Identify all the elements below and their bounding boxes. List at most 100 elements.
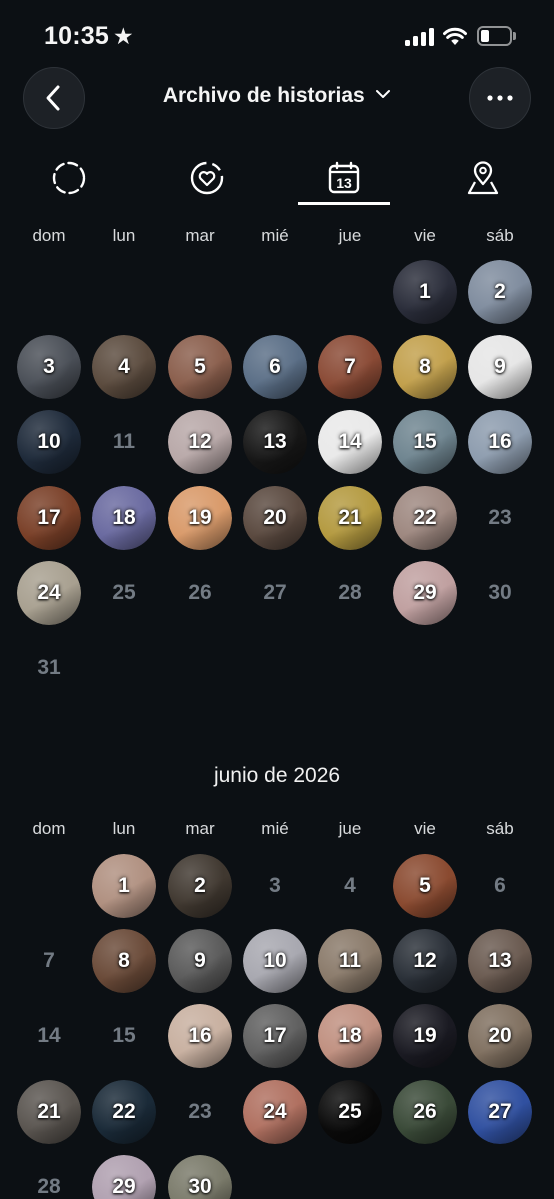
- story-day[interactable]: 27: [468, 1079, 532, 1144]
- story-day[interactable]: 25: [318, 1079, 382, 1144]
- day-number: 1: [118, 874, 130, 897]
- tab-stories[interactable]: [23, 150, 115, 206]
- calendar-icon: 13: [328, 161, 360, 194]
- story-day[interactable]: 19: [393, 1004, 457, 1069]
- story-day[interactable]: 18: [318, 1004, 382, 1069]
- weekday-label: vie: [414, 226, 436, 245]
- story-day[interactable]: 8: [393, 335, 457, 400]
- story-day[interactable]: 7: [318, 335, 382, 400]
- story-day[interactable]: 1: [393, 260, 457, 324]
- calendar-icon-day: 13: [336, 175, 352, 191]
- day-number: 21: [37, 1099, 61, 1123]
- day-number: 23: [188, 1099, 212, 1123]
- weekday-label: dom: [32, 226, 66, 245]
- day-number: 1: [419, 280, 431, 303]
- day-number: 27: [488, 1099, 512, 1123]
- heart-circle-icon: [190, 161, 224, 195]
- day-number: 25: [338, 1099, 362, 1123]
- story-day[interactable]: 21: [318, 485, 382, 550]
- day-number: 2: [194, 874, 206, 897]
- day-number: 24: [263, 1099, 287, 1123]
- dashed-circle-icon: [52, 161, 86, 195]
- day-number: 13: [263, 430, 287, 454]
- calendar-day: 14: [17, 1004, 81, 1068]
- story-day[interactable]: 15: [393, 410, 457, 475]
- day-number: 4: [118, 355, 130, 379]
- story-day[interactable]: 24: [243, 1079, 307, 1144]
- story-day[interactable]: 10: [243, 929, 307, 994]
- story-day[interactable]: 2: [468, 260, 532, 324]
- day-number: 14: [338, 430, 362, 454]
- story-day[interactable]: 6: [243, 335, 307, 400]
- calendar-day: 7: [17, 929, 81, 993]
- day-number: 31: [37, 656, 61, 679]
- story-day[interactable]: 5: [393, 854, 457, 918]
- status-time: 10:35: [44, 22, 109, 50]
- story-day[interactable]: 17: [17, 485, 81, 550]
- day-number: 28: [338, 580, 362, 604]
- day-number: 27: [263, 580, 287, 604]
- story-day[interactable]: 13: [468, 929, 532, 994]
- story-day[interactable]: 2: [168, 854, 232, 918]
- calendar-day: 4: [318, 854, 382, 918]
- day-number: 26: [188, 580, 212, 604]
- calendar-day: 28: [17, 1155, 81, 1199]
- page-title: Archivo de historias: [162, 84, 365, 107]
- story-day[interactable]: 29: [92, 1154, 156, 1199]
- weekday-label: mar: [185, 226, 215, 245]
- day-number: 4: [344, 874, 356, 897]
- story-day[interactable]: 22: [92, 1079, 156, 1144]
- story-day[interactable]: 16: [168, 1004, 232, 1069]
- story-day[interactable]: 3: [17, 335, 81, 400]
- tab-highlights[interactable]: [161, 150, 253, 206]
- more-options-button[interactable]: [469, 67, 531, 129]
- calendar-day: 23: [168, 1080, 232, 1144]
- day-number: 14: [37, 1024, 61, 1048]
- story-day[interactable]: 8: [92, 929, 156, 994]
- story-day[interactable]: 26: [393, 1079, 457, 1144]
- story-day[interactable]: 9: [168, 929, 232, 994]
- day-number: 9: [194, 949, 206, 973]
- map-pin-icon: [467, 161, 499, 195]
- story-day[interactable]: 19: [168, 485, 232, 550]
- story-day[interactable]: 1: [92, 854, 156, 918]
- story-day[interactable]: 14: [318, 410, 382, 475]
- story-day[interactable]: 18: [92, 485, 156, 550]
- story-day[interactable]: 12: [393, 929, 457, 994]
- story-day[interactable]: 16: [468, 410, 532, 475]
- tab-map[interactable]: [437, 150, 529, 206]
- day-number: 5: [194, 355, 206, 379]
- story-day[interactable]: 17: [243, 1004, 307, 1069]
- day-number: 9: [494, 355, 506, 379]
- story-day[interactable]: 9: [468, 335, 532, 400]
- story-day[interactable]: 5: [168, 335, 232, 400]
- story-day[interactable]: 20: [243, 485, 307, 550]
- weekday-label: vie: [414, 819, 436, 838]
- weekday-label: dom: [32, 819, 66, 838]
- story-day[interactable]: 20: [468, 1004, 532, 1069]
- story-day[interactable]: 13: [243, 410, 307, 475]
- story-day[interactable]: 12: [168, 410, 232, 475]
- day-number: 23: [488, 505, 512, 529]
- story-day[interactable]: 4: [92, 335, 156, 400]
- story-day[interactable]: 30: [168, 1154, 232, 1199]
- day-number: 30: [488, 580, 512, 604]
- wifi-icon: [443, 27, 467, 45]
- weekday-label: sáb: [486, 226, 514, 245]
- calendar-day: 6: [468, 854, 532, 918]
- day-number: 20: [488, 1024, 512, 1048]
- more-horizontal-icon: [487, 95, 513, 101]
- story-day[interactable]: 22: [393, 485, 457, 550]
- day-number: 17: [263, 1024, 287, 1048]
- story-day[interactable]: 11: [318, 929, 382, 994]
- day-number: 16: [188, 1024, 212, 1048]
- tab-calendar[interactable]: 13: [298, 150, 390, 206]
- story-day[interactable]: 21: [17, 1079, 81, 1144]
- day-number: 29: [413, 580, 437, 604]
- day-number: 29: [112, 1174, 136, 1198]
- day-number: 25: [112, 580, 136, 604]
- story-day[interactable]: 24: [17, 560, 81, 625]
- story-day[interactable]: 29: [393, 560, 457, 625]
- story-day[interactable]: 10: [17, 410, 81, 475]
- day-number: 6: [269, 355, 281, 379]
